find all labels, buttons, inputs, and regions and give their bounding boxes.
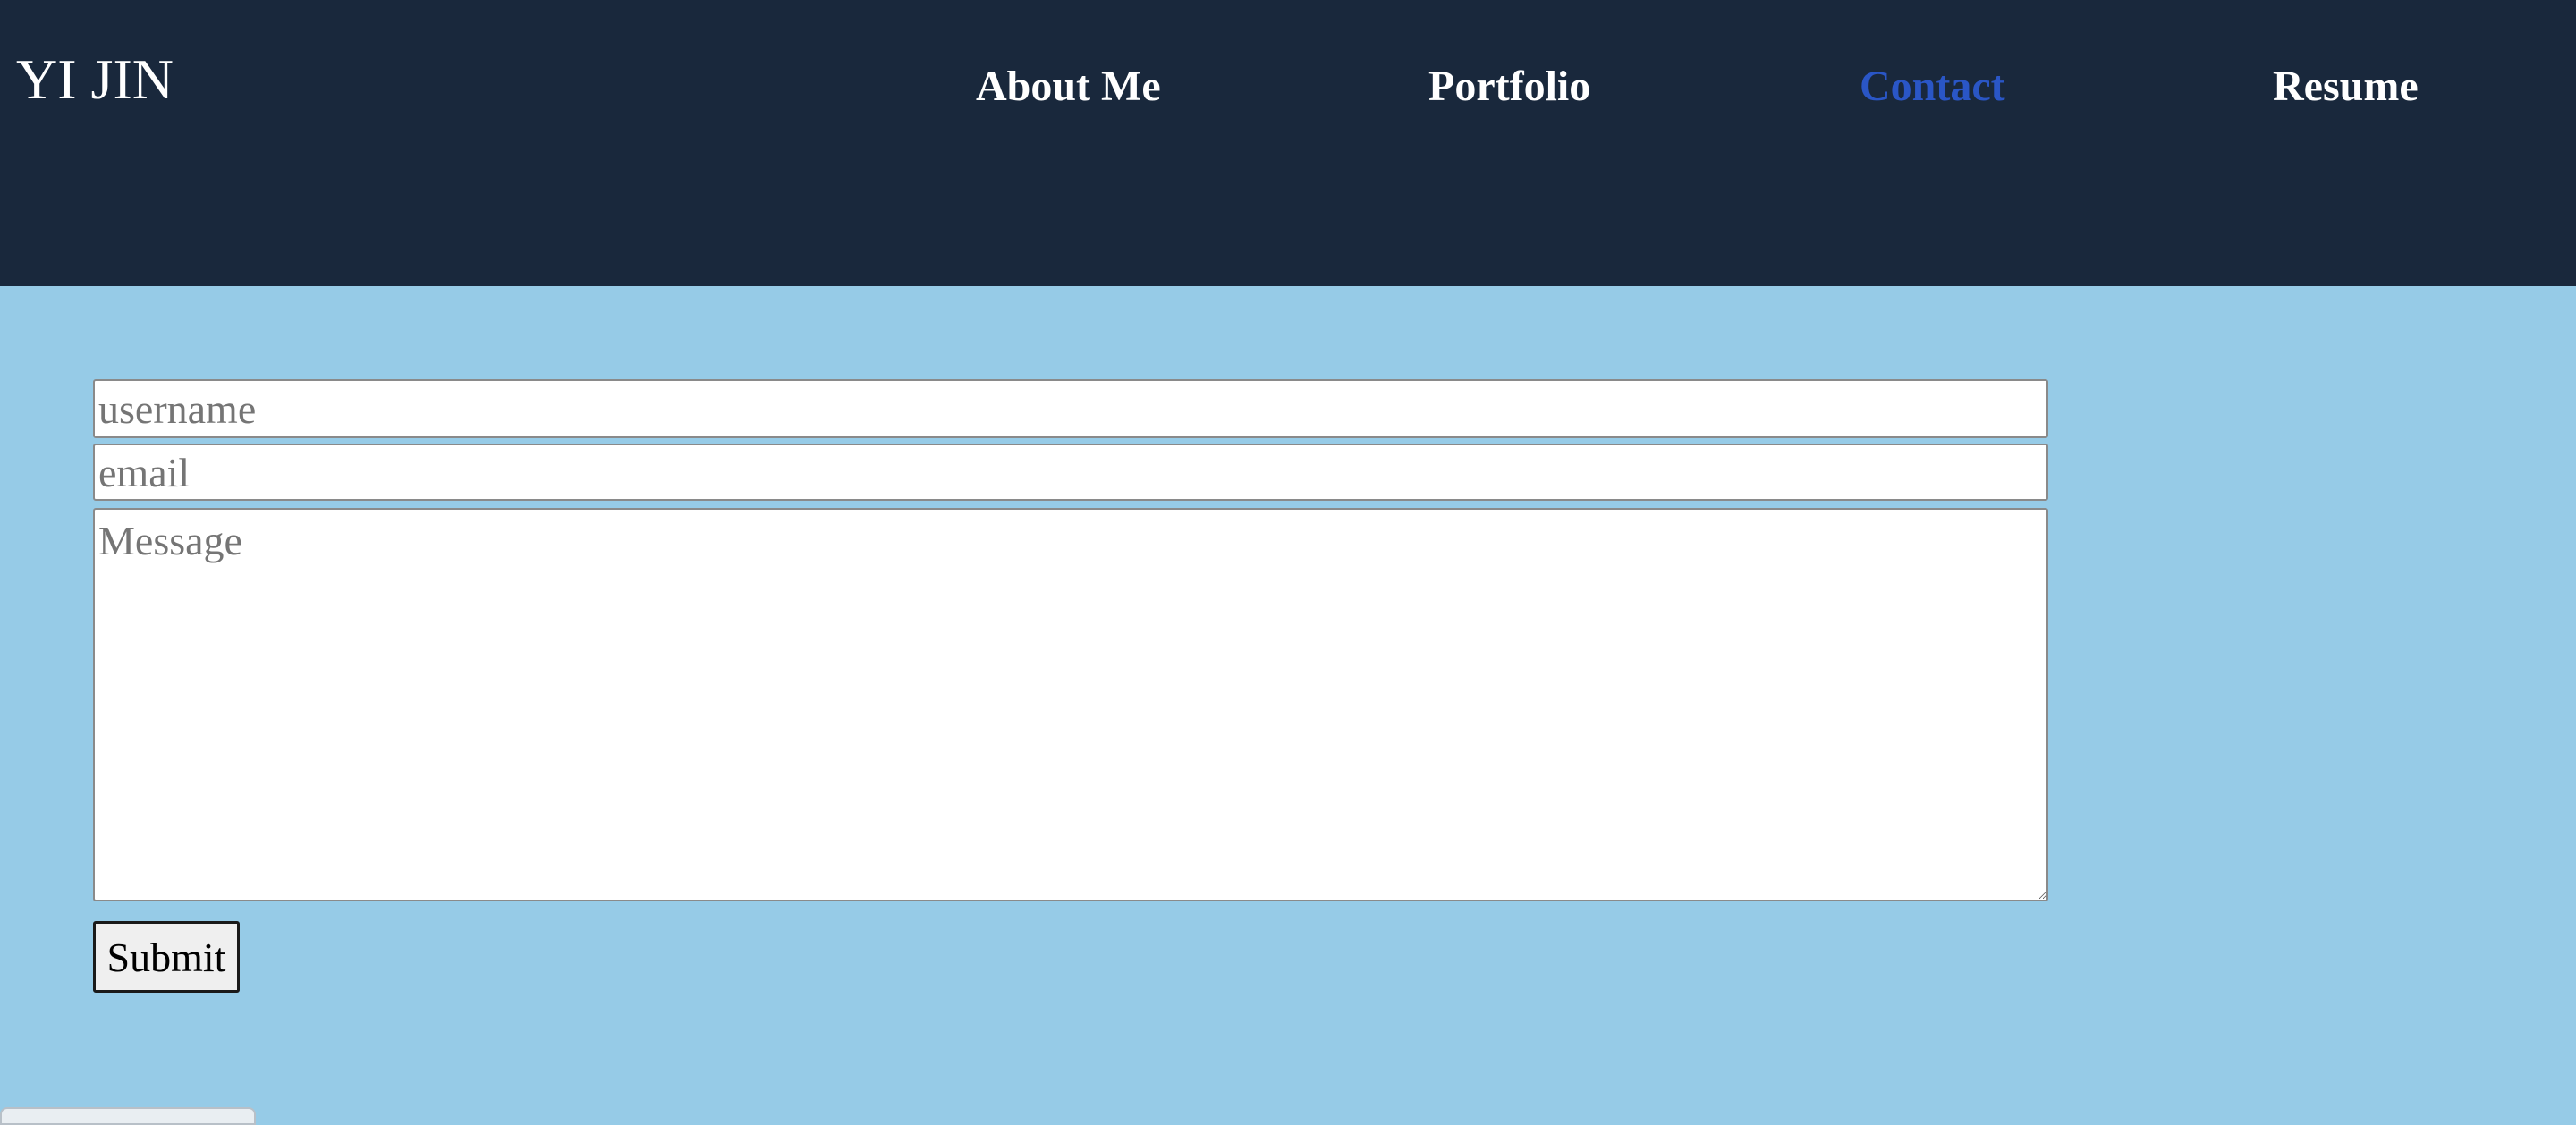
site-logo-text: YI JIN [16, 47, 174, 111]
nav-link-about-me[interactable]: About Me [976, 55, 1161, 118]
message-textarea[interactable] [93, 508, 2048, 901]
username-field[interactable] [93, 379, 2048, 438]
site-header: YI JIN About Me Portfolio Contact Resume [0, 0, 2576, 286]
submit-button[interactable]: Submit [93, 921, 240, 993]
nav-link-resume[interactable]: Resume [2273, 55, 2419, 118]
nav-link-portfolio[interactable]: Portfolio [1428, 55, 1590, 118]
email-field[interactable] [93, 444, 2048, 501]
bottom-edge-tab[interactable] [0, 1107, 256, 1125]
nav-link-contact[interactable]: Contact [1860, 55, 2005, 118]
